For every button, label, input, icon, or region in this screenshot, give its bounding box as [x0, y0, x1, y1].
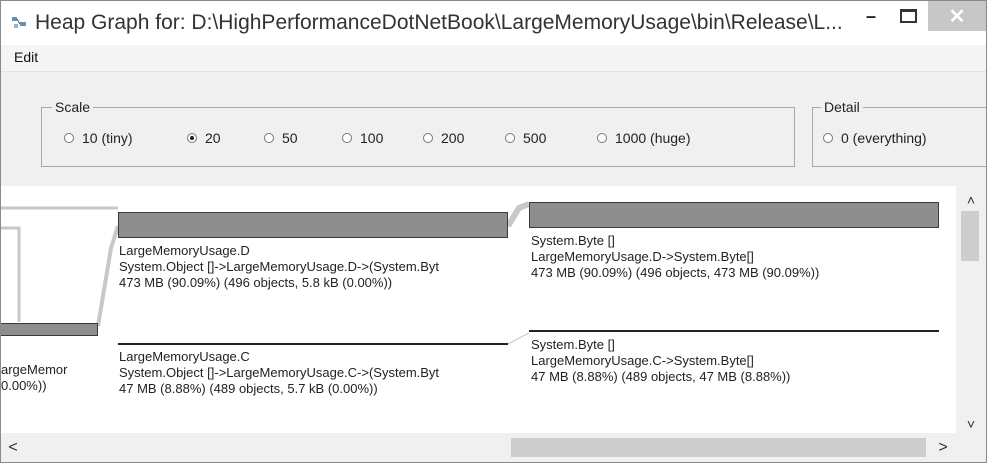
node-bar-largememoryusage-c[interactable] — [118, 343, 508, 345]
node-bar-root[interactable] — [1, 323, 98, 336]
heap-graph-window: Heap Graph for: D:\HighPerformanceDotNet… — [0, 0, 987, 463]
heap-graph-canvas[interactable]: LargeMemoryUsage.D System.Object []->Lar… — [1, 186, 956, 433]
window-title: Heap Graph for: D:\HighPerformanceDotNet… — [35, 11, 843, 34]
menu-item-edit[interactable]: Edit — [14, 49, 38, 65]
node-label-largememoryusage-d: LargeMemoryUsage.D System.Object []->Lar… — [119, 243, 440, 290]
menu-bar: Edit — [1, 45, 986, 72]
scale-option-200[interactable]: 200 — [423, 130, 464, 146]
scale-group-label: Scale — [52, 99, 94, 115]
radio-unchecked-icon — [423, 133, 433, 143]
scroll-up-icon[interactable]: ˄ — [956, 190, 986, 210]
scale-group: Scale 10 (tiny) 20 50 100 200 500 1000 (… — [41, 99, 795, 167]
radio-unchecked-icon — [264, 133, 274, 143]
horizontal-scrollbar[interactable]: < > — [1, 433, 956, 462]
vertical-scrollbar[interactable]: ˄ ˅ — [956, 186, 986, 433]
detail-group: Detail 0 (everything) — [812, 99, 986, 167]
radio-unchecked-icon — [342, 133, 352, 143]
close-icon: ✕ — [948, 5, 966, 28]
maximize-icon — [899, 9, 917, 23]
node-label-system-byte-d: System.Byte [] LargeMemoryUsage.D->Syste… — [531, 233, 820, 280]
minimize-button[interactable]: – — [851, 1, 891, 31]
minimize-icon: – — [865, 5, 876, 26]
resize-grip[interactable] — [956, 433, 986, 462]
scroll-right-icon[interactable]: > — [931, 433, 955, 462]
detail-group-label: Detail — [821, 99, 863, 115]
node-bar-system-byte-d[interactable] — [529, 202, 939, 228]
scale-option-50[interactable]: 50 — [264, 130, 298, 146]
title-bar[interactable]: Heap Graph for: D:\HighPerformanceDotNet… — [1, 1, 986, 45]
options-panel: Scale 10 (tiny) 20 50 100 200 500 1000 (… — [1, 72, 986, 186]
scale-option-100[interactable]: 100 — [342, 130, 383, 146]
scale-option-10[interactable]: 10 (tiny) — [64, 130, 133, 146]
close-button[interactable]: ✕ — [928, 1, 986, 31]
maximize-button[interactable] — [891, 1, 925, 31]
radio-unchecked-icon — [823, 133, 833, 143]
detail-option-0[interactable]: 0 (everything) — [823, 130, 927, 146]
node-bar-system-byte-c[interactable] — [529, 330, 939, 332]
radio-unchecked-icon — [64, 133, 74, 143]
scale-option-500[interactable]: 500 — [505, 130, 546, 146]
app-icon — [12, 17, 26, 28]
node-label-system-byte-c: System.Byte [] LargeMemoryUsage.C->Syste… — [531, 337, 791, 384]
horizontal-scroll-thumb[interactable] — [511, 438, 926, 457]
radio-unchecked-icon — [505, 133, 515, 143]
scale-option-20[interactable]: 20 — [187, 130, 221, 146]
radio-unchecked-icon — [597, 133, 607, 143]
node-label-root: argeMemor 0.00%)) — [1, 362, 68, 393]
scale-option-1000[interactable]: 1000 (huge) — [597, 130, 691, 146]
radio-checked-icon — [187, 133, 197, 143]
vertical-scroll-thumb[interactable] — [961, 211, 979, 261]
scroll-left-icon[interactable]: < — [1, 433, 25, 462]
node-label-largememoryusage-c: LargeMemoryUsage.C System.Object []->Lar… — [119, 349, 440, 396]
scroll-down-icon[interactable]: ˅ — [956, 414, 986, 434]
node-bar-largememoryusage-d[interactable] — [118, 212, 508, 238]
